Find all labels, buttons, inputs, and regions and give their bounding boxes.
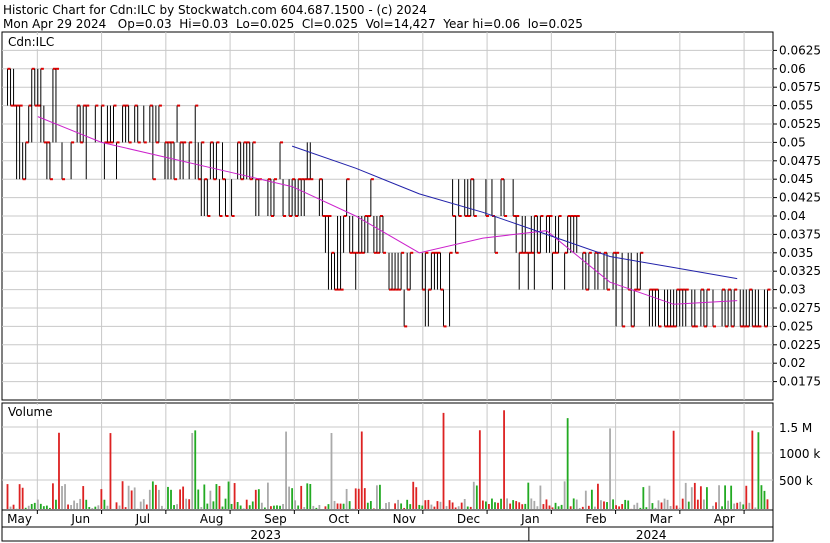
volume-tick-label: 1000 k [779,447,820,461]
volume-tick-label: 500 k [779,474,813,488]
price-tick-label: 0.035 [779,246,813,260]
month-tick-label: Oct [328,512,349,526]
price-tick-label: 0.03 [779,283,806,297]
price-tick-label: 0.0625 [779,43,821,57]
price-tick-label: 0.04 [779,209,806,223]
chart-subtitle: Mon Apr 29 2024 Op=0.03 Hi=0.03 Lo=0.025… [3,17,583,31]
price-tick-label: 0.06 [779,62,806,76]
volume-label: Volume [6,405,55,419]
price-tick-label: 0.0525 [779,117,821,131]
price-tick-label: 0.025 [779,319,813,333]
price-tick-label: 0.0275 [779,301,821,315]
volume-tick-label: 1.5 M [779,421,812,435]
year-label: 2023 [250,528,281,542]
month-tick-label: Dec [457,512,480,526]
month-tick-label: Nov [393,512,416,526]
volume-panel [1,402,774,511]
month-tick-label: May [7,512,32,526]
price-tick-label: 0.02 [779,356,806,370]
price-tick-label: 0.045 [779,172,813,186]
price-tick-label: 0.0225 [779,338,821,352]
month-tick-label: Sep [264,512,287,526]
month-tick-label: Jul [135,512,150,526]
stock-chart: 0.0625 0.06 0.0575 0.055 0.0525 0.05 0.0475 0.0… [1,31,821,542]
month-tick-label: Mar [650,512,673,526]
price-tick-label: 0.055 [779,99,813,113]
month-tick-label: Jan [520,512,540,526]
price-tick-label: 0.05 [779,135,806,149]
month-tick-label: Apr [714,512,735,526]
month-tick-label: Aug [200,512,223,526]
price-tick-label: 0.0425 [779,191,821,205]
price-tick-label: 0.0375 [779,227,821,241]
price-tick-label: 0.0175 [779,375,821,389]
chart-title: Historic Chart for Cdn:ILC by Stockwatch… [3,3,427,17]
year-label: 2024 [636,528,667,542]
price-tick-label: 0.0575 [779,80,821,94]
price-tick-label: 0.0475 [779,154,821,168]
price-tick-label: 0.0325 [779,264,821,278]
symbol-label: Cdn:ILC [6,35,57,49]
month-tick-label: Feb [585,512,606,526]
month-tick-label: Jun [70,512,90,526]
